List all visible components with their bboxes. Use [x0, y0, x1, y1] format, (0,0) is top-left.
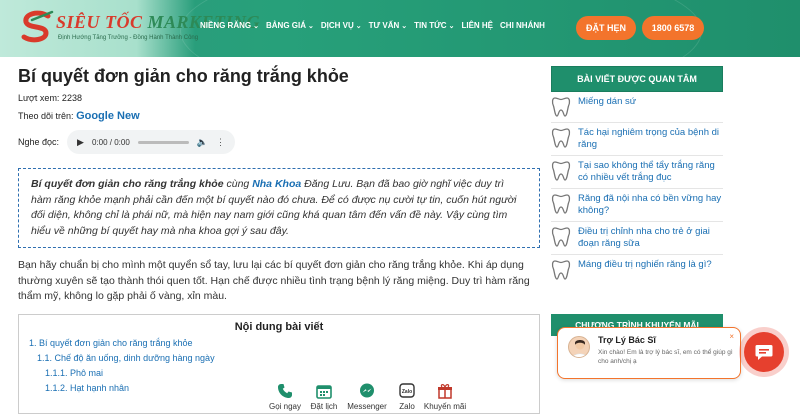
audio-progress[interactable]: [137, 140, 189, 144]
tooth-icon: [551, 97, 571, 117]
sidebar-post-title[interactable]: Miếng dán sứ: [578, 96, 636, 108]
contact-label: Zalo: [399, 402, 415, 411]
sidebar-post[interactable]: Răng đã nội nha có bền vững hay không?: [551, 189, 723, 222]
nha-khoa-link[interactable]: Nha Khoa: [252, 178, 301, 190]
sidebar-post[interactable]: Tại sao không thể tẩy trắng răng có nhiề…: [551, 156, 723, 189]
audio-row: Nghe đọc: ▶ 0:00 / 0:00 🔈 ⋮: [18, 130, 540, 154]
article-paragraph: Bạn hãy chuẩn bị cho mình một quyển sổ t…: [18, 259, 530, 302]
messenger-icon: [358, 382, 376, 400]
audio-time: 0:00 / 0:00: [91, 137, 130, 147]
nav-label: LIÊN HỆ: [461, 21, 494, 30]
contact-call[interactable]: Gọi ngay: [265, 382, 305, 411]
logo-tagline: Định Hướng Tăng Trưởng - Đồng Hành Thành…: [58, 35, 199, 41]
appointment-button[interactable]: ĐẶT HẸN: [576, 16, 636, 40]
contact-label: Gọi ngay: [268, 402, 302, 411]
google-news-link[interactable]: Google New: [76, 110, 140, 122]
article-title: Bí quyết đơn giản cho răng trắng khỏe: [18, 66, 349, 86]
nav-item-tin-tuc[interactable]: TIN TỨC ⌄: [414, 21, 461, 30]
volume-icon[interactable]: 🔈: [197, 137, 208, 148]
follow-line: Theo dõi trên: Google New: [18, 110, 540, 122]
intro-box: Bí quyết đơn giản cho răng trắng khỏe cù…: [18, 168, 540, 248]
zalo-icon: Zalo: [398, 382, 416, 400]
chat-message: Xin chào! Em là trợ lý bác sĩ, em có thể…: [598, 349, 733, 365]
sidebar-post[interactable]: Điều trị chỉnh nha cho trẻ ở giai đoạn r…: [551, 222, 723, 255]
toc-title: Nội dung bài viết: [234, 320, 324, 333]
sidebar-heading: BÀI VIẾT ĐƯỢC QUAN TÂM: [551, 66, 723, 92]
logo-mark-icon: [21, 10, 54, 43]
contact-booking[interactable]: Đặt lịch: [304, 382, 344, 411]
svg-text:Zalo: Zalo: [402, 389, 412, 395]
audio-label: Nghe đọc:: [18, 137, 60, 147]
main-nav: NIỀNG RĂNG ⌄ BẢNG GIÁ ⌄ DỊCH VỤ ⌄ TƯ VẤN ⌄ T…: [200, 21, 552, 30]
toc-item[interactable]: 1.1.1. Phô mai: [29, 368, 529, 378]
sidebar-post[interactable]: Tác hại nghiêm trọng của bệnh di răng: [551, 123, 723, 156]
contact-label: Messenger: [347, 402, 387, 411]
intro-bold: Bí quyết đơn giản cho răng trắng khỏe: [31, 178, 224, 190]
contact-label: Khuyến mãi: [423, 402, 467, 411]
nav-label: BẢNG GIÁ: [266, 21, 306, 30]
nav-item-lien-he[interactable]: LIÊN HỆ: [461, 21, 500, 30]
sidebar-post-title[interactable]: Tác hại nghiêm trọng của bệnh di răng: [578, 127, 723, 151]
chevron-down-icon: ⌄: [253, 23, 259, 30]
sidebar-post[interactable]: Máng điều trị nghiến răng là gì?: [551, 255, 723, 285]
nav-label: NIỀNG RĂNG: [200, 21, 252, 30]
contact-promo[interactable]: Khuyến mãi: [423, 382, 467, 411]
toc-item[interactable]: 1. Bí quyết đơn giản cho răng trắng khỏe: [29, 338, 529, 348]
play-icon[interactable]: ▶: [77, 137, 84, 148]
nav-label: CHI NHÁNH: [500, 21, 545, 30]
chevron-down-icon: ⌄: [401, 23, 408, 30]
chevron-down-icon: ⌄: [355, 23, 362, 30]
more-options-icon[interactable]: ⋮: [216, 137, 225, 148]
site-logo[interactable]: SIÊU TỐC MARKETING Định Hướng Tăng Trưởn…: [18, 6, 260, 52]
tooth-icon: [551, 194, 571, 214]
hotline-button[interactable]: 1800 6578: [642, 16, 704, 40]
sidebar-post-title[interactable]: Răng đã nội nha có bền vững hay không?: [578, 193, 723, 217]
nav-item-nieng-rang[interactable]: NIỀNG RĂNG ⌄: [200, 21, 266, 30]
follow-prefix: Theo dõi trên:: [18, 111, 74, 121]
chevron-down-icon: ⌄: [308, 23, 314, 30]
chevron-down-icon: ⌄: [448, 23, 455, 30]
nav-label: TƯ VẤN: [368, 21, 400, 30]
nav-item-dich-vu[interactable]: DỊCH VỤ ⌄: [321, 21, 369, 30]
site-header: SIÊU TỐC MARKETING Định Hướng Tăng Trưởn…: [0, 0, 800, 57]
tooth-icon: [551, 227, 571, 247]
tooth-icon: [551, 128, 571, 148]
sidebar-post-title[interactable]: Tại sao không thể tẩy trắng răng có nhiề…: [578, 160, 723, 184]
sidebar-post-title[interactable]: Máng điều trị nghiến răng là gì?: [578, 259, 712, 271]
contact-label: Đặt lịch: [310, 402, 338, 411]
chat-button[interactable]: [744, 332, 784, 372]
avatar: [568, 336, 590, 358]
article: Bí quyết đơn giản cho răng trắng khỏe Lư…: [18, 66, 540, 414]
intro-mid: cùng: [223, 178, 253, 190]
calendar-icon: [315, 382, 333, 400]
logo-main: SIÊU TỐC: [56, 12, 143, 32]
sidebar-post-title[interactable]: Điều trị chỉnh nha cho trẻ ở giai đoạn r…: [578, 226, 723, 250]
tooth-icon: [551, 260, 571, 280]
contact-zalo[interactable]: Zalo Zalo: [387, 382, 427, 411]
chat-agent-name: Trợ Lý Bác Sĩ: [598, 335, 656, 345]
chat-bubble-icon: [755, 345, 773, 360]
view-count: Lượt xem: 2238: [18, 93, 82, 103]
contact-messenger[interactable]: Messenger: [347, 382, 387, 411]
nav-label: TIN TỨC: [414, 21, 447, 30]
nav-item-bang-gia[interactable]: BẢNG GIÁ ⌄: [266, 21, 321, 30]
chat-popup[interactable]: Trợ Lý Bác Sĩ Xin chào! Em là trợ lý bác…: [557, 327, 741, 379]
close-icon[interactable]: ×: [729, 332, 734, 341]
toc-item[interactable]: 1.1. Chế độ ăn uống, dinh dưỡng hàng ngà…: [29, 353, 529, 363]
nav-item-chi-nhanh[interactable]: CHI NHÁNH: [500, 21, 552, 30]
sidebar-post[interactable]: Miếng dán sứ: [551, 92, 723, 123]
audio-player[interactable]: ▶ 0:00 / 0:00 🔈 ⋮: [67, 130, 236, 154]
phone-icon: [276, 382, 294, 400]
gift-icon: [436, 382, 454, 400]
tooth-icon: [551, 161, 571, 181]
nav-item-tu-van[interactable]: TƯ VẤN ⌄: [369, 21, 415, 30]
sidebar-popular: BÀI VIẾT ĐƯỢC QUAN TÂM Miếng dán sứ Tác …: [551, 66, 723, 285]
nav-label: DỊCH VỤ: [320, 21, 354, 30]
